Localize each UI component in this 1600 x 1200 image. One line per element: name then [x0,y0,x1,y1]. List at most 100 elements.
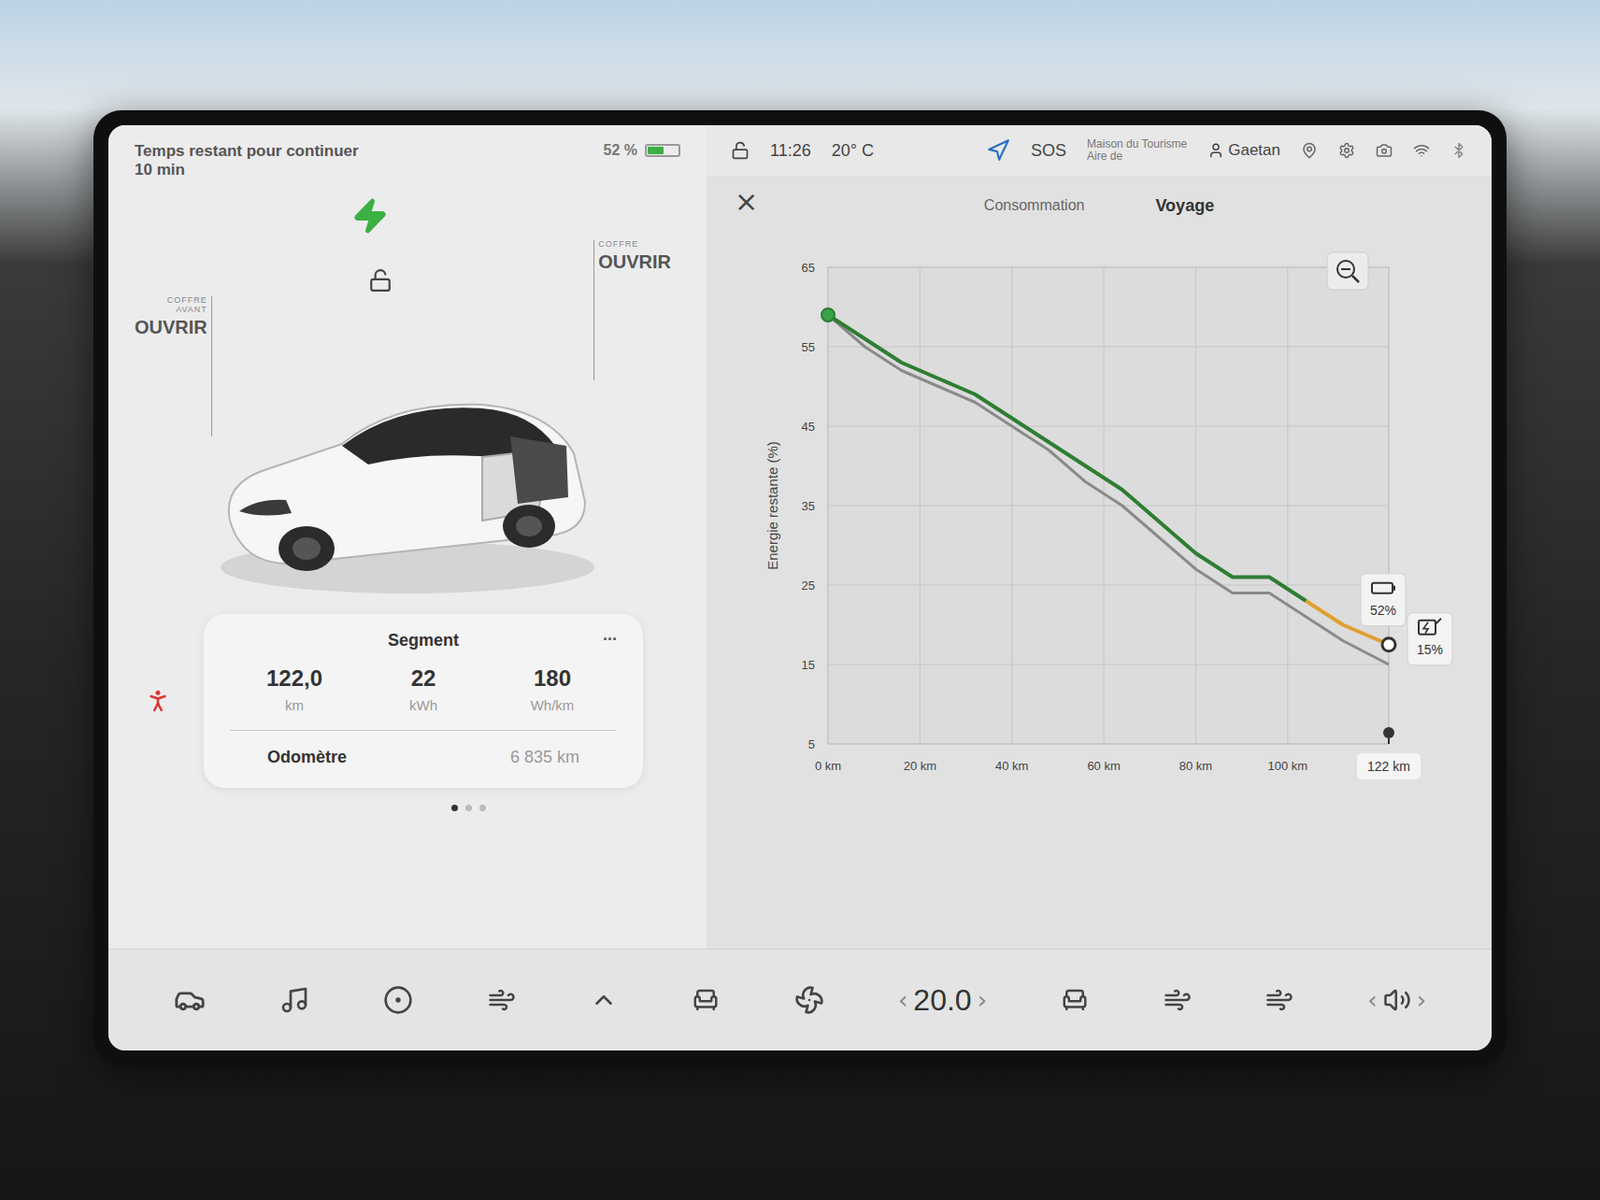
frunk-label: COFFREAVANT [167,296,208,315]
panel-tab[interactable]: Voyage [1145,190,1224,222]
seat-icon[interactable] [1060,985,1089,1015]
zoom-out-icon [1337,260,1355,278]
chart-area: 65554535251550 km20 km40 km60 km80 km100… [706,235,1492,949]
energy-chart: 65554535251550 km20 km40 km60 km80 km100… [734,239,1464,819]
driver-seat-button[interactable] [684,978,728,1022]
svg-text:35: 35 [801,499,815,514]
driver-profile[interactable]: Gaetan [1207,141,1281,160]
unlock-icon[interactable] [368,268,393,293]
fan-button[interactable] [786,977,832,1023]
front-defrost-icon[interactable] [1163,985,1192,1015]
outside-temperature: 20° C [831,141,874,161]
zoom-out-button[interactable] [1327,252,1369,290]
car-button[interactable] [166,976,214,1024]
charge-header: Temps restant pour continuer10 min52 % [134,142,681,181]
charging-bolt-icon [351,197,389,235]
page-dot[interactable] [479,804,486,812]
camera-icon[interactable] [383,985,414,1015]
clock: 11:26 [770,141,812,161]
y-tick: 35 [801,499,1389,514]
x-tick: 80 km [1179,267,1213,773]
actual-line [828,314,1306,601]
car-stage: COFFREAVANTOUVRIRCOFFREOUVRIR [134,240,681,615]
bluetooth-icon [1450,142,1468,159]
temp-up[interactable]: › [977,985,987,1015]
location: Maison du TourismeAire de [1086,138,1187,163]
speaker-icon[interactable] [1383,985,1412,1015]
car-icon[interactable] [173,984,206,1016]
close-button[interactable]: × [728,185,764,218]
page-dot[interactable] [465,804,472,812]
destination-pin-icon [1383,727,1395,739]
front-defrost-button[interactable] [1156,978,1200,1022]
more-button[interactable]: ... [602,625,617,645]
x-tick: 60 km [1086,267,1120,773]
panel-tab[interactable]: Consommation [974,191,1095,220]
x-tick: 20 km [903,267,937,773]
page-dot[interactable] [451,804,458,812]
seat-icon[interactable] [691,985,720,1015]
temp-down[interactable]: ‹ [898,985,908,1015]
cabin-temperature: 20.0 [913,983,972,1018]
x-tick: 0 km [814,267,842,773]
svg-text:65: 65 [801,260,815,275]
frunk-open-button[interactable]: OUVRIR [134,316,208,339]
trip-stat: 22kWh [358,665,488,714]
svg-text:5: 5 [808,737,815,752]
battery-badge: 52% [1360,573,1406,627]
y-tick: 55 [801,340,1389,355]
dashcam-icon[interactable] [1375,142,1393,159]
trip-panel: 11:26 20° C SOS Maison du TourismeAire de Ga… [706,125,1492,949]
chevron-up-icon[interactable] [589,985,618,1015]
x-tick: 122 km [1357,267,1421,780]
bottom-bar: ‹20.0›‹› [108,948,1492,1051]
camera-button[interactable] [375,977,421,1023]
rear-defrost-icon[interactable] [1265,985,1294,1015]
x-tick: 40 km [995,267,1029,773]
unlock-icon[interactable] [730,141,750,160]
y-tick: 15 [801,657,1389,672]
trunk-open-button[interactable]: OUVRIR [598,251,672,273]
svg-text:52%: 52% [1370,602,1397,618]
x-tick: 100 km [1267,267,1308,773]
music-icon[interactable] [279,985,310,1015]
panel-header: × Consommation Voyage [706,175,1492,236]
screen-body: Temps restant pour continuer10 min52 % CO… [108,125,1492,949]
y-tick: 25 [801,578,1389,593]
fan-icon[interactable] [794,985,825,1015]
volume-control[interactable]: ‹› [1359,978,1434,1022]
wiper-button[interactable] [480,978,524,1022]
svg-text:100 km: 100 km [1267,758,1308,773]
touchscreen: Temps restant pour continuer10 min52 % CO… [108,125,1492,1051]
trunk-control[interactable]: COFFREOUVRIR [593,240,672,381]
charger-icon [1418,618,1442,635]
predicted-line [828,314,1389,665]
odometer-row: Odomètre6 835 km [229,730,617,768]
y-axis-label: Energie restante (%) [764,441,781,571]
svg-text:20 km: 20 km [903,758,937,773]
navigation-icon[interactable] [985,138,1011,163]
svg-text:15: 15 [801,657,815,672]
settings-icon[interactable] [1338,142,1356,159]
end-marker [1382,638,1396,652]
volume-down[interactable]: ‹ [1367,985,1377,1015]
temperature-control[interactable]: ‹20.0› [890,975,995,1026]
wiper-icon[interactable] [487,985,516,1015]
music-button[interactable] [271,977,317,1023]
lock-toggle[interactable] [368,268,393,293]
frunk-control[interactable]: COFFREAVANTOUVRIR [134,296,213,437]
rear-defrost-button[interactable] [1257,978,1301,1022]
apps-button[interactable] [582,978,626,1022]
wifi-icon [1413,142,1430,159]
trunk-label: COFFRE [598,240,639,250]
status-bar: 11:26 20° C SOS Maison du TourismeAire de Ga… [706,125,1492,176]
sos-button[interactable]: SOS [1030,141,1067,161]
user-icon [1207,142,1225,159]
photo-scene: Temps restant pour continuer10 min52 % CO… [0,0,1600,1200]
passenger-seat-button[interactable] [1053,978,1097,1022]
charging-indicator [134,180,606,241]
battery-status: 52 % [603,142,681,159]
start-marker [821,308,835,322]
volume-up[interactable]: › [1416,985,1427,1015]
car-panel: Temps restant pour continuer10 min52 % CO… [108,125,707,949]
